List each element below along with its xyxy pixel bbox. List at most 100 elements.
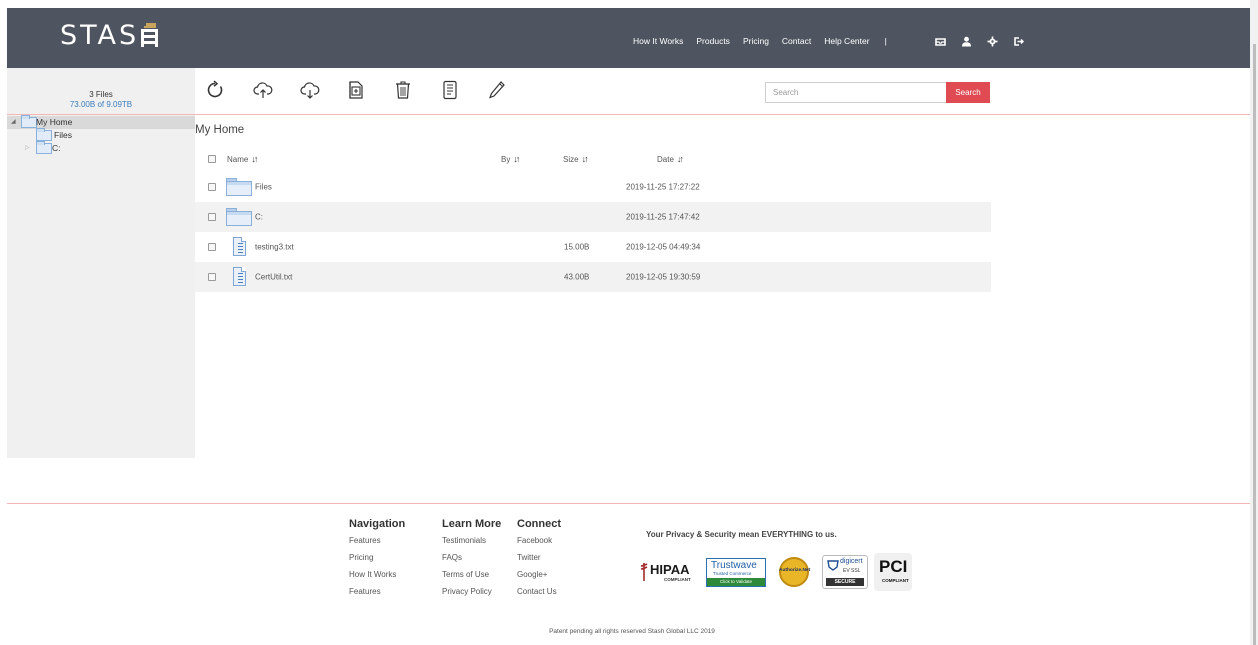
footer-navigation-title: Navigation [349, 518, 406, 530]
column-size-header[interactable]: Size ↓↑ [563, 154, 589, 164]
page-scrollbar-thumb[interactable] [1253, 44, 1256, 645]
folder-icon [36, 141, 52, 154]
row-checkbox[interactable] [208, 213, 216, 221]
folder-icon [21, 115, 37, 128]
trustwave-sub: Trusted Commerce [713, 570, 752, 576]
trustwave-text: Trustwave [711, 559, 757, 571]
row-name[interactable]: C: [255, 213, 263, 222]
row-checkbox[interactable] [208, 273, 216, 281]
footer-link-contact-us[interactable]: Contact Us [517, 588, 561, 596]
row-date: 2019-12-05 19:30:59 [626, 272, 701, 282]
column-name-header[interactable]: Name ↓↑ [227, 154, 258, 164]
refresh-icon[interactable] [206, 80, 224, 100]
footer-navigation: Navigation Features Pricing How It Works… [349, 518, 405, 605]
row-size: 15.00B [564, 242, 590, 252]
sort-icon[interactable]: ↓↑ [513, 154, 520, 164]
footer-connect: Connect Facebook Twitter Google+ Contact… [517, 518, 561, 605]
storage-summary: 3 Files 73.00B of 9.09TB [7, 90, 195, 110]
row-name[interactable]: CertUtil.txt [255, 273, 292, 282]
row-date: 2019-12-05 04:49:34 [626, 242, 701, 252]
copyright-notice: Patent pending all rights reserved Stash… [549, 628, 715, 635]
folder-icon [226, 178, 252, 196]
stash-logo[interactable]: STAS [60, 20, 159, 51]
digicert-secure: SECURE [826, 578, 864, 586]
file-toolbar [206, 80, 535, 100]
footer-link-testimonials[interactable]: Testimonials [442, 537, 501, 545]
nav-contact[interactable]: Contact [782, 36, 811, 46]
footer-link-twitter[interactable]: Twitter [517, 554, 561, 562]
search-input[interactable] [765, 82, 947, 103]
user-icon[interactable] [961, 34, 972, 47]
top-nav-links: How It Works Products Pricing Contact He… [633, 36, 889, 46]
pencil-icon[interactable] [488, 80, 506, 100]
nav-pricing[interactable]: Pricing [743, 36, 769, 46]
nav-help-center[interactable]: Help Center [824, 36, 869, 46]
row-date: 2019-11-25 17:47:42 [626, 212, 700, 222]
top-navbar: STAS How It Works Products Pricing Conta… [7, 8, 1253, 68]
tree-item-c[interactable]: ▷ C: [7, 141, 195, 155]
table-row[interactable]: testing3.txt 15.00B 2019-12-05 04:49:34 [195, 232, 991, 262]
footer-link-google-plus[interactable]: Google+ [517, 571, 561, 579]
inbox-icon[interactable] [935, 34, 946, 46]
authorize-net-badge[interactable]: Authorize.Net [772, 554, 816, 590]
footer-link-facebook[interactable]: Facebook [517, 537, 561, 545]
footer-divider [7, 503, 1257, 504]
column-by-header[interactable]: By ↓↑ [501, 154, 520, 164]
document-icon[interactable] [441, 80, 459, 100]
sidebar: 3 Files 73.00B of 9.09TB ◢ My Home Files… [7, 68, 195, 458]
new-folder-icon[interactable] [347, 80, 365, 100]
text-file-icon [233, 267, 246, 286]
trustwave-validate[interactable]: Click to Validate [707, 577, 765, 586]
trustwave-badge[interactable]: Trustwave Trusted Commerce Click to Vali… [706, 557, 766, 587]
hipaa-sub: COMPLIANT [664, 577, 691, 582]
trash-icon[interactable] [394, 80, 412, 100]
footer-link-pricing[interactable]: Pricing [349, 554, 405, 562]
collapse-arrow-icon[interactable]: ◢ [11, 116, 16, 129]
table-row[interactable]: CertUtil.txt 43.00B 2019-12-05 19:30:59 [195, 262, 991, 292]
column-size-label: Size [563, 155, 579, 164]
logout-icon[interactable] [1013, 34, 1025, 46]
text-file-icon [233, 237, 246, 256]
storage-usage: 73.00B of 9.09TB [69, 100, 133, 109]
nav-products[interactable]: Products [696, 36, 730, 46]
pci-sub: COMPLIANT [882, 578, 909, 583]
nav-how-it-works[interactable]: How It Works [633, 36, 683, 46]
logo-mark-icon [140, 23, 159, 47]
row-name[interactable]: testing3.txt [255, 243, 294, 252]
cloud-download-icon[interactable] [300, 80, 320, 100]
folder-tree: ◢ My Home Files ▷ C: [7, 115, 195, 155]
column-date-header[interactable]: Date ↓↑ [657, 154, 684, 164]
footer-link-features-2[interactable]: Features [349, 588, 405, 596]
pci-text: PCI [879, 557, 908, 576]
cloud-upload-icon[interactable] [253, 80, 273, 100]
pci-badge[interactable]: PCI COMPLIANT [874, 553, 912, 591]
footer-link-terms[interactable]: Terms of Use [442, 571, 501, 579]
main-divider [7, 114, 1257, 115]
folder-icon [36, 128, 52, 141]
row-checkbox[interactable] [208, 183, 216, 191]
sort-icon[interactable]: ↓↑ [251, 154, 258, 164]
expand-arrow-icon[interactable]: ▷ [25, 142, 30, 155]
footer-link-privacy[interactable]: Privacy Policy [442, 588, 501, 596]
trust-badges: HIPAA COMPLIANT Trustwave Trusted Commer… [640, 553, 912, 591]
row-date: 2019-11-25 17:27:22 [626, 182, 700, 192]
select-all-checkbox[interactable] [208, 155, 216, 163]
footer-link-features[interactable]: Features [349, 537, 405, 545]
row-checkbox[interactable] [208, 243, 216, 251]
top-action-icons [935, 34, 1025, 47]
file-count: 3 Files [89, 90, 113, 99]
table-row[interactable]: Files 2019-11-25 17:27:22 [195, 172, 991, 202]
file-table: Name ↓↑ By ↓↑ Size ↓↑ Date ↓↑ Files 2019-11-… [195, 146, 991, 292]
privacy-statement: Your Privacy & Security mean EVERYTHING … [646, 530, 837, 539]
gear-icon[interactable] [987, 34, 998, 47]
digicert-badge[interactable]: digicert EV SSL SECURE [822, 555, 868, 589]
footer-link-faqs[interactable]: FAQs [442, 554, 501, 562]
search-button[interactable]: Search [946, 82, 990, 103]
table-row[interactable]: C: 2019-11-25 17:47:42 [195, 202, 991, 232]
footer-link-how-it-works[interactable]: How It Works [349, 571, 405, 579]
hipaa-badge[interactable]: HIPAA COMPLIANT [640, 560, 700, 584]
sort-icon[interactable]: ↓↑ [582, 154, 589, 164]
authorize-net-text: Authorize.Net [779, 568, 811, 573]
sort-icon[interactable]: ↓↑ [677, 154, 684, 164]
row-name[interactable]: Files [255, 183, 272, 192]
